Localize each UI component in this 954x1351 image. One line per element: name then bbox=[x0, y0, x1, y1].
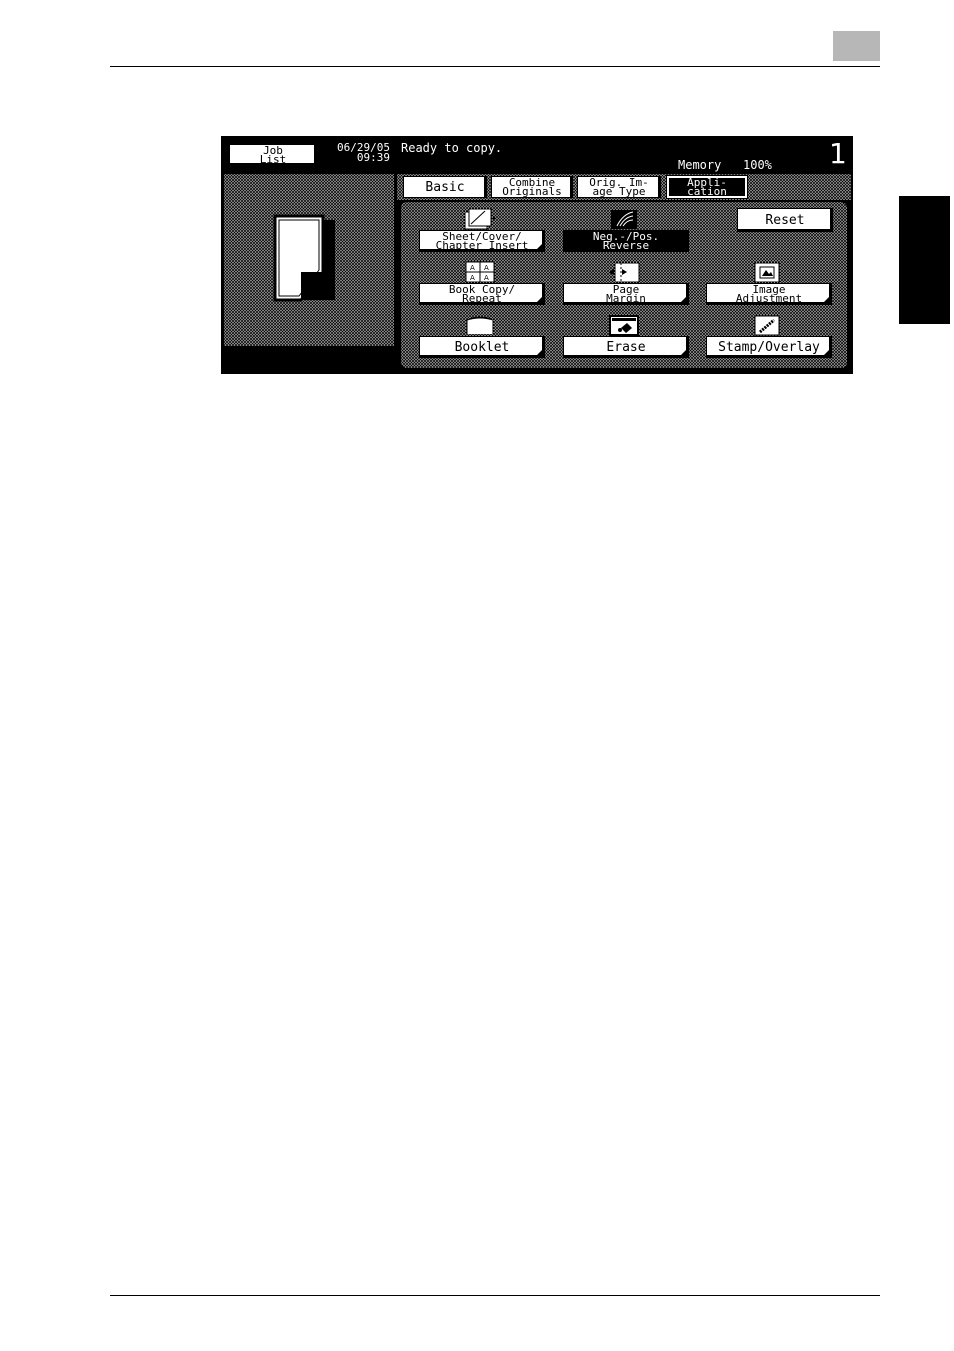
sheet-cover-function: Sheet/Cover/ Chapter Insert bbox=[419, 206, 547, 258]
page-number-badge bbox=[833, 31, 880, 61]
left-footer bbox=[224, 348, 394, 372]
document-preview-icon bbox=[273, 214, 335, 302]
memory-label: Memory bbox=[678, 158, 722, 172]
svg-text:A: A bbox=[470, 264, 475, 272]
erase-label: Erase bbox=[606, 339, 646, 355]
tab-application[interactable]: Appli- cation bbox=[666, 175, 748, 199]
left-panel: Job List 06/29/05 09:39 bbox=[223, 138, 394, 372]
erase-icon bbox=[607, 314, 641, 336]
functions-grid: Reset Sheet/Cover/ Chapter Insert Neg.-/… bbox=[401, 202, 847, 368]
book-copy-label-2: Repeat bbox=[462, 292, 502, 305]
neg-pos-icon bbox=[607, 208, 641, 230]
chapter-side-tab bbox=[899, 196, 950, 324]
sheet-cover-label-2: Chapter Insert bbox=[435, 239, 529, 252]
svg-text:A: A bbox=[470, 274, 475, 282]
booklet-label: Booklet bbox=[454, 339, 510, 355]
erase-button[interactable]: Erase bbox=[563, 336, 689, 358]
erase-function: Erase bbox=[563, 312, 691, 364]
page-margin-label-2: Margin bbox=[606, 292, 646, 305]
application-functions-panel: Reset Sheet/Cover/ Chapter Insert Neg.-/… bbox=[397, 200, 851, 372]
copy-count: 1 bbox=[829, 137, 847, 170]
book-copy-icon: A A A A bbox=[463, 261, 497, 283]
page-margin-icon bbox=[607, 261, 641, 283]
page-margin-function: Page Margin bbox=[563, 259, 691, 311]
svg-text:A: A bbox=[484, 264, 489, 272]
neg-pos-label-2: Reverse bbox=[602, 239, 650, 252]
header-rule bbox=[110, 66, 880, 67]
image-adjust-icon bbox=[750, 261, 784, 283]
tab-orig-label-2: age Type bbox=[592, 185, 646, 198]
svg-text:A: A bbox=[484, 274, 489, 282]
original-preview-area bbox=[224, 174, 394, 346]
booklet-button[interactable]: Booklet bbox=[419, 336, 545, 358]
image-adjustment-function: Image Adjustment bbox=[706, 259, 834, 311]
left-header: Job List 06/29/05 09:39 bbox=[224, 138, 394, 172]
neg-pos-button[interactable]: Neg.-/Pos. Reverse bbox=[563, 230, 689, 252]
reset-button[interactable]: Reset bbox=[737, 208, 833, 232]
tab-combine-originals[interactable]: Combine Originals bbox=[491, 176, 573, 198]
tab-basic-label: Basic bbox=[425, 179, 465, 195]
stamp-icon bbox=[750, 314, 784, 336]
date-time-display: 06/29/05 09:39 bbox=[320, 142, 390, 164]
image-adjustment-label-2: Adjustment bbox=[735, 292, 803, 305]
tab-strip: Basic Combine Originals Orig. Im- age Ty… bbox=[397, 174, 851, 200]
sheet-insert-icon bbox=[463, 208, 497, 230]
neg-pos-function: Neg.-/Pos. Reverse bbox=[563, 206, 691, 258]
image-adjustment-button[interactable]: Image Adjustment bbox=[706, 283, 832, 305]
tab-application-label-2: cation bbox=[687, 185, 727, 198]
tab-combine-label-2: Originals bbox=[502, 185, 562, 198]
copier-touch-panel: Job List 06/29/05 09:39 Ready to copy. M… bbox=[221, 136, 853, 374]
reset-label: Reset bbox=[765, 212, 805, 228]
status-area: Ready to copy. Memory 100% 1 bbox=[397, 138, 851, 174]
footer-rule bbox=[110, 1295, 880, 1296]
book-copy-function: A A A A Book Copy/ Repeat bbox=[419, 259, 547, 311]
booklet-function: Booklet bbox=[419, 312, 547, 364]
job-list-button[interactable]: Job List bbox=[229, 144, 317, 166]
book-copy-button[interactable]: Book Copy/ Repeat bbox=[419, 283, 545, 305]
tab-orig-image-type[interactable]: Orig. Im- age Type bbox=[577, 176, 661, 198]
stamp-overlay-button[interactable]: Stamp/Overlay bbox=[706, 336, 832, 358]
memory-value: 100% bbox=[743, 158, 772, 172]
page-margin-button[interactable]: Page Margin bbox=[563, 283, 689, 305]
booklet-icon bbox=[463, 314, 497, 336]
stamp-overlay-function: Stamp/Overlay bbox=[706, 312, 834, 364]
time-text: 09:39 bbox=[356, 151, 390, 164]
status-message: Ready to copy. bbox=[401, 141, 503, 155]
sheet-cover-button[interactable]: Sheet/Cover/ Chapter Insert bbox=[419, 230, 545, 252]
stamp-overlay-label: Stamp/Overlay bbox=[718, 339, 820, 355]
job-list-label-2: List bbox=[259, 153, 287, 166]
tab-basic[interactable]: Basic bbox=[403, 176, 487, 198]
